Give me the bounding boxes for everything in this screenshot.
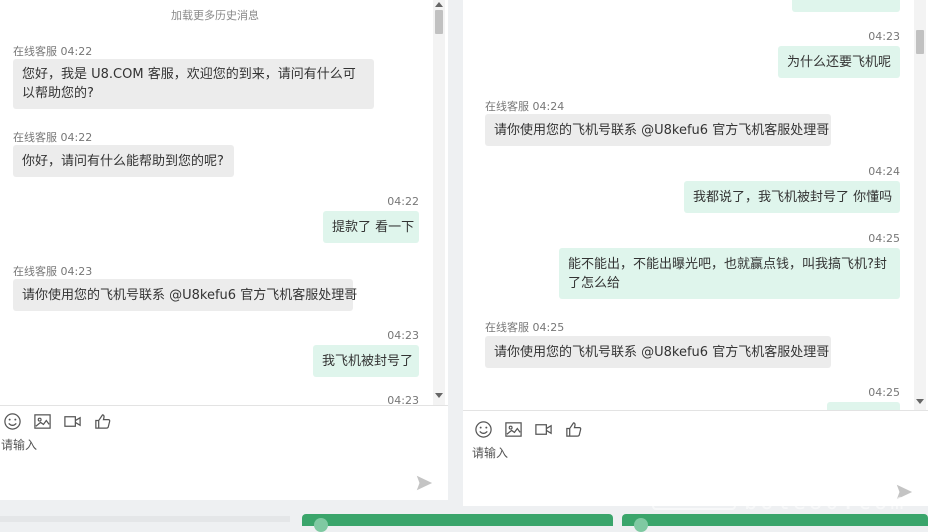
message-text: 你好，请问有什么能帮助到您的呢? (22, 153, 224, 169)
load-more-history-link[interactable]: 加载更多历史消息 (0, 7, 430, 23)
message-meta: 04:23 (387, 329, 419, 342)
message-meta: 在线客服 04:24 (485, 100, 565, 113)
message-scrollbar[interactable] (914, 0, 926, 410)
message-meta: 在线客服 04:23 (13, 265, 93, 278)
user-message-bubble: 提款了 看一下 (323, 211, 419, 243)
button-avatar-icon (634, 518, 648, 532)
image-icon[interactable] (503, 419, 523, 439)
message-meta: 04:23 (868, 30, 900, 43)
scroll-down-arrow-icon[interactable] (916, 399, 924, 404)
message-input-placeholder[interactable]: 请输入 (472, 444, 508, 461)
image-icon[interactable] (32, 411, 52, 431)
message-text: 我飞机被封号了 (322, 353, 414, 369)
message-text: 请你使用您的飞机号联系 @U8kefu6 官方飞机客服处理哥 (22, 287, 358, 303)
scroll-up-arrow-icon[interactable] (435, 2, 443, 7)
user-message-bubble (792, 0, 900, 12)
message-text: 请你使用您的飞机号联系 @U8kefu6 官方飞机客服处理哥 (494, 344, 830, 360)
agent-message-bubble: 你好，请问有什么能帮助到您的呢? (13, 145, 234, 177)
watermark-logo: 伯乐 (652, 438, 736, 510)
user-message-bubble (827, 402, 900, 410)
message-input-area[interactable]: 请输入 (0, 405, 448, 500)
chat-panel-left: 加载更多历史消息 在线客服 04:22 您好，我是 U8.COM 客服，欢迎您的… (0, 0, 448, 500)
watermark: 伯乐 伯乐头条 bole80.com (648, 430, 928, 522)
message-meta: 04:22 (387, 195, 419, 208)
video-icon[interactable] (533, 419, 553, 439)
button-avatar-icon (314, 518, 328, 532)
agent-message-bubble: 请你使用您的飞机号联系 @U8kefu6 官方飞机客服处理哥 (485, 114, 831, 146)
input-toolbar (2, 411, 112, 431)
message-meta: 04:24 (868, 165, 900, 178)
message-list: 04:23 为什么还要飞机呢 在线客服 04:24 请你使用您的飞机号联系 @U… (463, 0, 911, 410)
scroll-down-arrow-icon[interactable] (435, 393, 443, 398)
message-text: 您好，我是 U8.COM 客服，欢迎您的到来，请问有什么可以帮助您的? (22, 67, 356, 101)
watermark-url: bole80.com (744, 490, 907, 515)
message-meta: 在线客服 04:22 (13, 45, 93, 58)
agent-message-bubble: 您好，我是 U8.COM 客服，欢迎您的到来，请问有什么可以帮助您的? (13, 59, 374, 109)
message-meta: 04:25 (868, 386, 900, 399)
user-message-bubble: 我飞机被封号了 (313, 345, 419, 377)
send-icon[interactable] (415, 474, 433, 492)
message-meta: 在线客服 04:22 (13, 131, 93, 144)
message-meta: 04:23 (387, 394, 419, 405)
message-meta: 在线客服 04:25 (485, 321, 565, 334)
emoji-icon[interactable] (473, 419, 493, 439)
video-icon[interactable] (62, 411, 82, 431)
message-meta: 04:25 (868, 232, 900, 245)
user-message-bubble: 我都说了，我飞机被封号了 你懂吗 (684, 181, 900, 213)
scrollbar-thumb[interactable] (916, 30, 924, 54)
watermark-title: 伯乐头条 (740, 439, 928, 493)
user-message-bubble: 能不能出，不能出曝光吧，也就赢点钱，叫我搞飞机?封了怎么给 (559, 248, 900, 299)
agent-message-bubble: 请你使用您的飞机号联系 @U8kefu6 官方飞机客服处理哥 (485, 336, 831, 368)
message-text: 提款了 看一下 (332, 219, 415, 235)
message-list: 加载更多历史消息 在线客服 04:22 您好，我是 U8.COM 客服，欢迎您的… (0, 0, 430, 405)
agent-message-bubble: 请你使用您的飞机号联系 @U8kefu6 官方飞机客服处理哥 (13, 279, 357, 311)
emoji-icon[interactable] (2, 411, 22, 431)
user-message-bubble: 为什么还要飞机呢 (778, 46, 900, 78)
message-scrollbar[interactable] (433, 0, 445, 405)
message-text: 为什么还要飞机呢 (787, 54, 892, 70)
bottom-taskbar-strip (0, 516, 290, 522)
message-text: 请你使用您的飞机号联系 @U8kefu6 官方飞机客服处理哥 (494, 122, 830, 138)
message-input-placeholder[interactable]: 请输入 (1, 436, 37, 453)
bottom-green-button[interactable] (302, 514, 613, 532)
thumbs-up-icon[interactable] (92, 411, 112, 431)
thumbs-up-icon[interactable] (563, 419, 583, 439)
message-text: 能不能出，不能出曝光吧，也就赢点钱，叫我搞飞机?封了怎么给 (568, 256, 887, 291)
input-toolbar (473, 419, 583, 439)
message-text: 我都说了，我飞机被封号了 你懂吗 (693, 189, 893, 205)
scrollbar-thumb[interactable] (435, 10, 443, 34)
